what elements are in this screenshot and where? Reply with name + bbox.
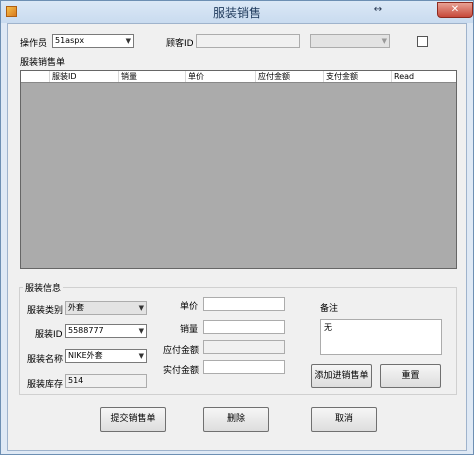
option-checkbox[interactable] <box>417 36 428 47</box>
remark-textarea[interactable]: 无 <box>320 319 442 355</box>
column-header[interactable]: Read <box>392 71 456 82</box>
operator-label: 操作员 <box>20 39 48 49</box>
operator-value: 51aspx <box>55 36 85 45</box>
clothes-id-label: 服装ID <box>35 330 63 340</box>
payable-label: 应付金额 <box>163 346 200 356</box>
customer-id-label: 顾客ID <box>166 39 194 49</box>
column-header[interactable]: 支付金额 <box>324 71 392 82</box>
add-to-sales-list-button[interactable]: 添加进销售单 <box>311 364 372 388</box>
price-input[interactable] <box>203 297 285 311</box>
stock-label: 服装库存 <box>27 380 64 390</box>
category-combo[interactable]: 外套 ▼ <box>65 301 147 315</box>
title-bar[interactable]: 服装销售 ↔ ✕ <box>1 1 473 23</box>
chevron-down-icon: ▼ <box>138 352 144 360</box>
name-value: NIKE外套 <box>68 351 103 360</box>
submit-sales-button[interactable]: 提交销售单 <box>100 407 166 432</box>
close-button[interactable]: ✕ <box>437 2 473 18</box>
name-combo[interactable]: NIKE外套 ▼ <box>65 349 147 363</box>
column-header[interactable]: 销量 <box>119 71 186 82</box>
stock-input[interactable]: 514 <box>65 374 147 388</box>
row-header-corner <box>21 71 50 82</box>
chevron-down-icon: ▼ <box>125 37 131 45</box>
cancel-button[interactable]: 取消 <box>311 407 377 432</box>
remark-label: 备注 <box>320 304 339 314</box>
category-label: 服装类别 <box>27 306 64 316</box>
payable-input[interactable] <box>203 340 285 354</box>
clothes-id-value: 5588777 <box>68 326 104 335</box>
sales-grid[interactable]: 服装ID 销量 单价 应付金额 支付金额 Read <box>20 70 457 269</box>
quantity-input[interactable] <box>203 320 285 334</box>
column-header[interactable]: 单价 <box>186 71 256 82</box>
name-label: 服装名称 <box>27 355 64 365</box>
category-value: 外套 <box>68 303 84 312</box>
client-area: 操作员 51aspx ▼ 顾客ID ▼ 服装销售单 服装ID 销量 单价 应付金… <box>7 23 467 451</box>
column-header[interactable]: 应付金额 <box>256 71 324 82</box>
operator-combo[interactable]: 51aspx ▼ <box>52 34 134 48</box>
clothes-id-combo[interactable]: 5588777 ▼ <box>65 324 147 338</box>
paid-input[interactable] <box>203 360 285 374</box>
clothes-info-title: 服装信息 <box>23 281 64 294</box>
customer-combo[interactable]: ▼ <box>310 34 390 48</box>
quantity-label: 销量 <box>180 325 199 335</box>
chevron-down-icon: ▼ <box>138 327 144 335</box>
sales-window: 服装销售 ↔ ✕ 操作员 51aspx ▼ 顾客ID ▼ 服装销售单 服装ID … <box>0 0 474 455</box>
chevron-down-icon: ▼ <box>138 304 144 312</box>
grid-header: 服装ID 销量 单价 应付金额 支付金额 Read <box>21 71 456 83</box>
resize-icon[interactable]: ↔ <box>369 2 387 18</box>
paid-label: 实付金额 <box>163 366 200 376</box>
reset-button[interactable]: 重置 <box>380 364 441 388</box>
price-label: 单价 <box>180 302 199 312</box>
chevron-down-icon: ▼ <box>381 37 387 45</box>
window-title: 服装销售 <box>212 6 261 20</box>
customer-id-input[interactable] <box>196 34 300 48</box>
delete-button[interactable]: 删除 <box>203 407 269 432</box>
column-header[interactable]: 服装ID <box>50 71 119 82</box>
sales-list-title: 服装销售单 <box>20 58 66 68</box>
